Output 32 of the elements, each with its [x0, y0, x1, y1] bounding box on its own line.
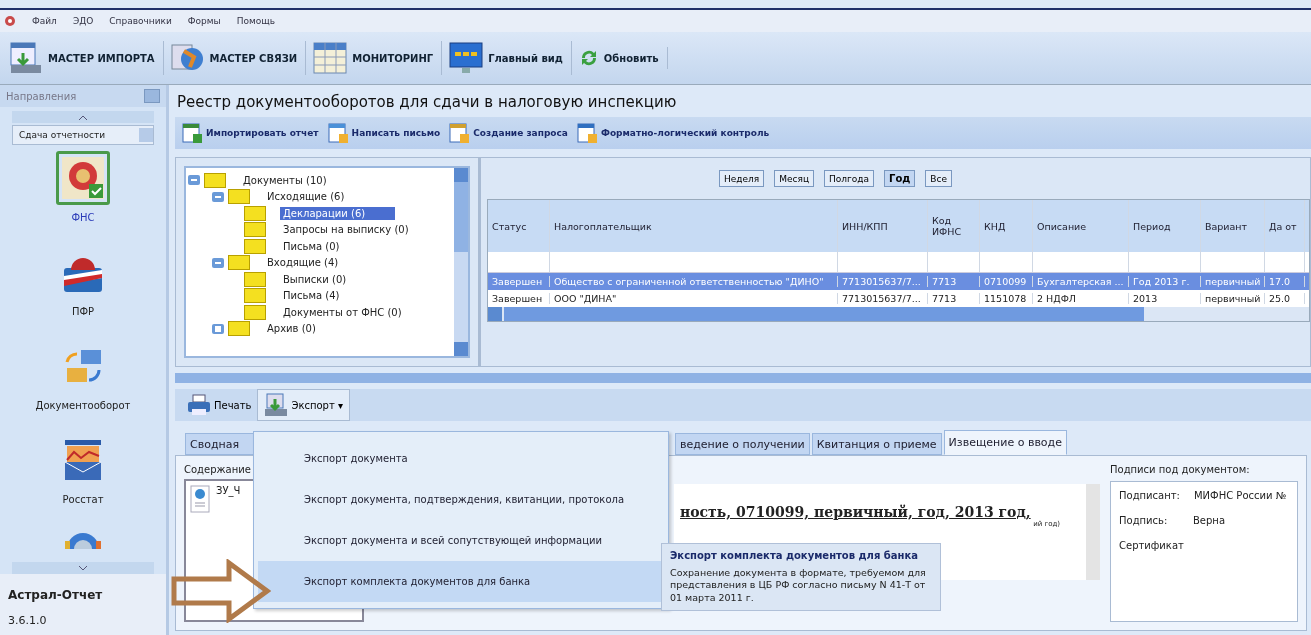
table-cell: Завершен	[488, 293, 550, 304]
app-name: Астрал-Отчет	[0, 574, 166, 608]
table-cell: 17.0	[1265, 276, 1305, 287]
table-cell: 2 НДФЛ	[1033, 293, 1129, 304]
table-cell: 7713015637/7...	[838, 276, 928, 287]
tooltip-title: Экспорт комплекта документов для банка	[670, 550, 919, 561]
table-cell: первичный	[1201, 276, 1265, 287]
table-cell: первичный	[1201, 293, 1265, 304]
document-heading: ность, 0710099, первичный, год, 2013 год,	[680, 504, 1032, 520]
table-cell: 7713	[928, 276, 980, 287]
signature-label: Сертификат	[1119, 540, 1184, 551]
version-label: 3.6.1.0	[0, 608, 166, 635]
table-cell: ООО "ДИНА"	[550, 293, 838, 304]
table-cell: 7713	[928, 293, 980, 304]
tooltip-text: Сохранение документа в формате, требуемом для представления в ЦБ РФ согласно письму N 41-Т от 01 марта 2011 г.	[670, 567, 927, 605]
table-cell: 1151078	[980, 293, 1033, 304]
table-cell: Год 2013 г.	[1129, 276, 1201, 287]
content-label: Содержание	[184, 464, 252, 475]
table-cell: Общество с ограниченной ответственностью "ДИНО"	[550, 276, 838, 287]
table-cell: Бухгалтерская ...	[1033, 276, 1129, 287]
signature-value: Верна	[1193, 515, 1226, 526]
table-cell: 25.0	[1265, 293, 1305, 304]
table-cell: 2013	[1129, 293, 1201, 304]
signature-label: Подпись:	[1119, 515, 1169, 526]
page-title: Реестр документооборотов для сдачи в налоговую инспекцию	[176, 92, 678, 113]
signature-value: МИФНС России №	[1193, 490, 1287, 501]
table-cell: Завершен	[488, 276, 550, 287]
signatures-title: Подписи под документом:	[1110, 464, 1251, 475]
signature-label: Подписант:	[1119, 490, 1180, 501]
sidebar-header: Направления	[6, 90, 77, 102]
table-cell: 7713015637/7...	[838, 293, 928, 304]
table-cell: 0710099	[980, 276, 1033, 287]
